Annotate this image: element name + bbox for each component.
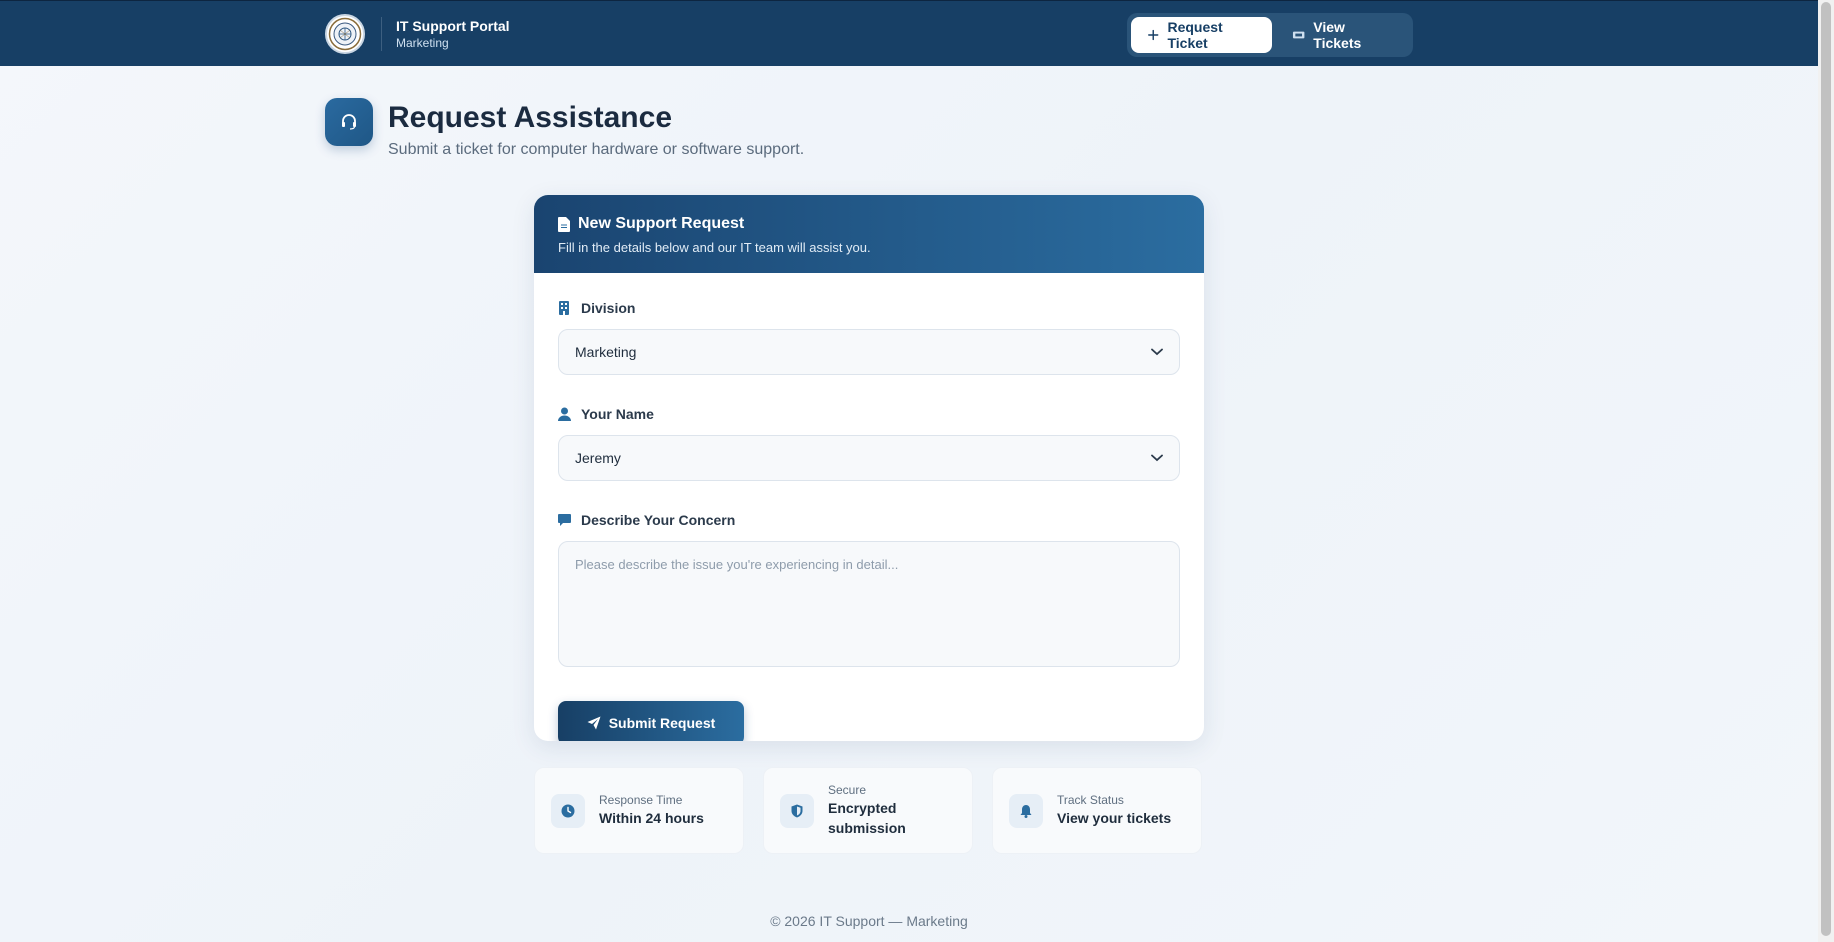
- division-value: Marketing: [575, 344, 637, 360]
- submit-request-button[interactable]: Submit Request: [558, 701, 744, 741]
- brand-divider: [381, 17, 382, 51]
- response-time-value: Within 24 hours: [599, 810, 704, 826]
- submit-label: Submit Request: [608, 715, 716, 731]
- chevron-down-icon: [1151, 454, 1163, 462]
- division-select[interactable]: Marketing: [558, 329, 1180, 375]
- portal-subtitle: Marketing: [396, 36, 449, 50]
- name-value: Jeremy: [575, 450, 621, 466]
- building-icon: [559, 301, 569, 315]
- clock-icon: [551, 793, 585, 828]
- name-label-text: Your Name: [581, 406, 654, 422]
- footer-text: © 2026 IT Support — Marketing: [770, 913, 968, 929]
- page-subtitle: Submit a ticket for computer hardware or…: [388, 141, 805, 158]
- paper-plane-icon: [587, 716, 601, 730]
- view-tickets-label: View Tickets: [1313, 19, 1362, 51]
- track-status-label: Track Status: [1057, 793, 1124, 807]
- chevron-down-icon: [1151, 348, 1163, 356]
- plus-icon: [1148, 29, 1159, 41]
- vertical-scrollbar[interactable]: [1818, 0, 1834, 942]
- top-navigation-bar: IT Support Portal Marketing Request Tick…: [0, 0, 1834, 66]
- card-header: New Support Request Fill in the details …: [534, 195, 1204, 273]
- secure-card: Secure Encrypted submission: [763, 767, 973, 854]
- card-subtitle: Fill in the details below and our IT tea…: [558, 240, 871, 255]
- organization-seal-logo: [325, 14, 365, 54]
- shield-icon: [780, 793, 814, 828]
- response-time-label: Response Time: [599, 793, 683, 807]
- secure-label: Secure: [828, 783, 867, 797]
- track-status-value: View your tickets: [1057, 810, 1172, 826]
- secure-text: Secure Encrypted submission: [828, 783, 918, 838]
- concern-label: Describe Your Concern: [558, 511, 1180, 529]
- name-select[interactable]: Jeremy: [558, 435, 1180, 481]
- headset-icon: [325, 98, 373, 146]
- user-icon: [558, 407, 571, 421]
- division-label: Division: [558, 299, 1180, 317]
- support-request-card: New Support Request Fill in the details …: [534, 195, 1204, 741]
- concern-textarea[interactable]: Please describe the issue you're experie…: [558, 541, 1180, 667]
- page-title: Request Assistance: [388, 101, 673, 134]
- response-time-card: Response Time Within 24 hours: [534, 767, 744, 854]
- response-time-text: Response Time Within 24 hours: [599, 793, 704, 828]
- form-body: Division Marketing Your Name Jeremy Desc…: [534, 273, 1204, 741]
- card-title: New Support Request: [558, 213, 1180, 235]
- division-label-text: Division: [581, 300, 636, 316]
- request-ticket-label: Request Ticket: [1167, 19, 1223, 51]
- view-tickets-tab[interactable]: View Tickets: [1276, 17, 1409, 53]
- card-title-text: New Support Request: [578, 215, 745, 232]
- track-status-text: Track Status View your tickets: [1057, 793, 1171, 828]
- concern-label-text: Describe Your Concern: [581, 512, 736, 528]
- portal-title: IT Support Portal: [396, 18, 510, 34]
- track-status-card[interactable]: Track Status View your tickets: [992, 767, 1202, 854]
- brand[interactable]: IT Support Portal Marketing: [325, 14, 510, 54]
- nav-tab-group: Request Ticket View Tickets: [1127, 13, 1413, 57]
- secure-value: Encrypted submission: [828, 800, 906, 836]
- request-ticket-tab[interactable]: Request Ticket: [1131, 17, 1272, 53]
- scrollbar-thumb[interactable]: [1821, 2, 1831, 936]
- ticket-icon: [1292, 31, 1305, 39]
- bell-icon: [1009, 793, 1043, 828]
- concern-placeholder: Please describe the issue you're experie…: [575, 557, 899, 572]
- brand-text: IT Support Portal Marketing: [396, 17, 510, 51]
- document-icon: [558, 216, 570, 232]
- comment-icon: [558, 514, 571, 526]
- name-label: Your Name: [558, 405, 1180, 423]
